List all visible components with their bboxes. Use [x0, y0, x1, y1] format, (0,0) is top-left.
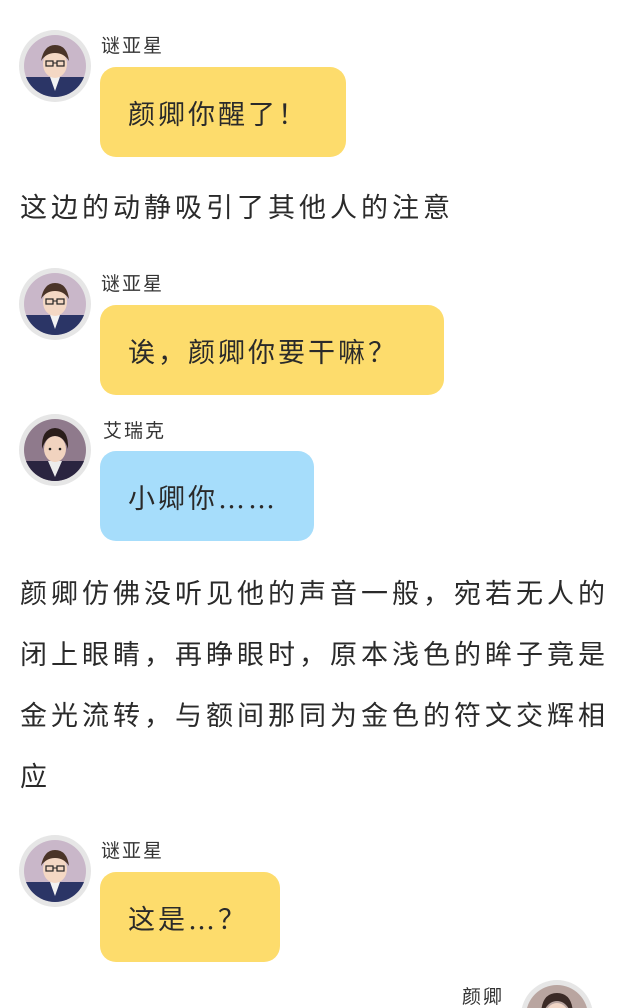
message-bubble[interactable]: 小卿你…… [100, 451, 314, 541]
speaker-name: 谜亚星 [101, 273, 165, 295]
speaker-name: 谜亚星 [101, 840, 165, 862]
avatar-yanqing[interactable] [521, 980, 593, 1008]
speaker-name: 颜卿 [462, 986, 505, 1008]
message-bubble[interactable]: 颜卿你醒了！ [100, 67, 346, 157]
message-bubble[interactable]: 诶，颜卿你要干嘛？ [100, 305, 444, 395]
chat-story-view: 谜亚星 颜卿你醒了！ 这边的动静吸引了其他人的注意 谜亚星 诶，颜卿你要干嘛？ [0, 0, 640, 1008]
speaker-name: 艾瑞克 [103, 420, 167, 442]
message-bubble[interactable]: 这是…？ [100, 872, 280, 962]
avatar-miyaxing[interactable] [19, 835, 91, 907]
avatar-miyaxing[interactable] [19, 30, 91, 102]
narration-text: 这边的动静吸引了其他人的注意 [20, 193, 454, 224]
avatar-miyaxing[interactable] [19, 268, 91, 340]
narration-text: 颜卿仿佛没听见他的声音一般，宛若无人的闭上眼睛，再睁眼时，原本浅色的眸子竟是金光… [20, 579, 609, 793]
avatar-airuike[interactable] [19, 414, 91, 486]
speaker-name: 谜亚星 [101, 35, 165, 57]
